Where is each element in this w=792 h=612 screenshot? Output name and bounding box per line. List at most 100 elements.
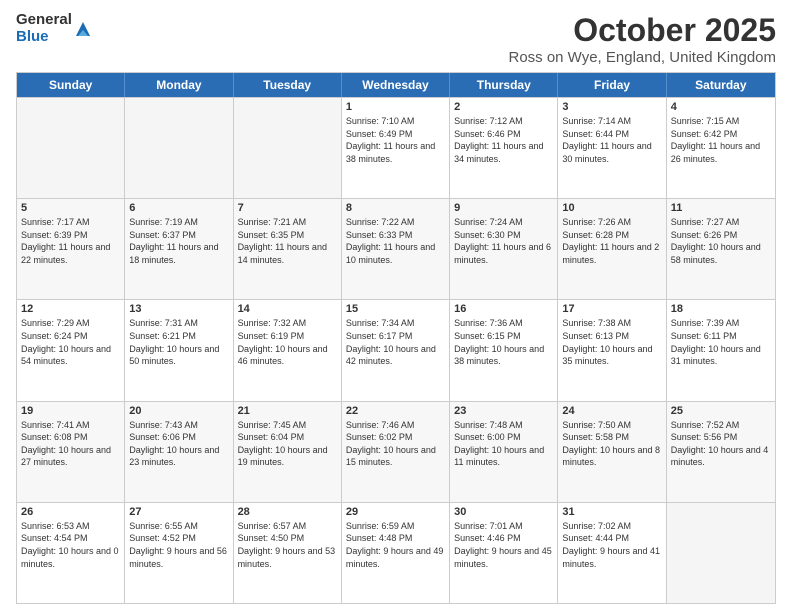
title-area: October 2025 Ross on Wye, England, Unite…: [508, 12, 776, 66]
day-number: 19: [21, 405, 120, 417]
cal-row-1: 5 Sunrise: 7:17 AM Sunset: 6:39 PM Daylig…: [17, 198, 775, 299]
day-number: 20: [129, 405, 228, 417]
calendar-body: 1Sunrise: 7:10 AM Sunset: 6:49 PM Daylig…: [17, 97, 775, 603]
cal-row-3: 19 Sunrise: 7:41 AM Sunset: 6:08 PM Dayli…: [17, 401, 775, 502]
cal-cell: [234, 98, 342, 198]
day-number: 5: [21, 202, 120, 214]
cell-details: Sunrise: 7:14 AM Sunset: 6:44 PM Dayligh…: [562, 115, 661, 165]
cal-cell: 5 Sunrise: 7:17 AM Sunset: 6:39 PM Daylig…: [17, 199, 125, 299]
day-number: 28: [238, 506, 337, 518]
header-cell-monday: Monday: [125, 73, 233, 97]
cell-details: Sunrise: 7:29 AM Sunset: 6:24 PM Dayligh…: [21, 317, 120, 367]
day-number: 29: [346, 506, 445, 518]
day-number: 21: [238, 405, 337, 417]
cell-details: Sunrise: 7:01 AM Sunset: 4:46 PM Dayligh…: [454, 520, 553, 570]
calendar: SundayMondayTuesdayWednesdayThursdayFrid…: [16, 72, 776, 604]
day-number: 26: [21, 506, 120, 518]
cal-cell: 27 Sunrise: 6:55 AM Sunset: 4:52 PM Dayli…: [125, 503, 233, 603]
day-number: 23: [454, 405, 553, 417]
day-number: 2: [454, 101, 553, 113]
cell-details: Sunrise: 7:12 AM Sunset: 6:46 PM Dayligh…: [454, 115, 553, 165]
cal-cell: 13Sunrise: 7:31 AM Sunset: 6:21 PM Dayli…: [125, 300, 233, 400]
cal-cell: 4Sunrise: 7:15 AM Sunset: 6:42 PM Daylig…: [667, 98, 775, 198]
cell-details: Sunrise: 6:57 AM Sunset: 4:50 PM Dayligh…: [238, 520, 337, 570]
cal-cell: 10Sunrise: 7:26 AM Sunset: 6:28 PM Dayli…: [558, 199, 666, 299]
cell-details: Sunrise: 7:15 AM Sunset: 6:42 PM Dayligh…: [671, 115, 771, 165]
cal-cell: [667, 503, 775, 603]
cal-cell: 1Sunrise: 7:10 AM Sunset: 6:49 PM Daylig…: [342, 98, 450, 198]
day-number: 15: [346, 303, 445, 315]
cell-details: Sunrise: 7:02 AM Sunset: 4:44 PM Dayligh…: [562, 520, 661, 570]
cal-row-4: 26 Sunrise: 6:53 AM Sunset: 4:54 PM Dayli…: [17, 502, 775, 603]
cell-details: Sunrise: 7:46 AM Sunset: 6:02 PM Dayligh…: [346, 419, 445, 469]
logo-general: General: [16, 12, 72, 29]
calendar-header: SundayMondayTuesdayWednesdayThursdayFrid…: [17, 73, 775, 97]
cell-details: Sunrise: 7:22 AM Sunset: 6:33 PM Dayligh…: [346, 216, 445, 266]
header-cell-thursday: Thursday: [450, 73, 558, 97]
cal-cell: 17 Sunrise: 7:38 AM Sunset: 6:13 PM Dayli…: [558, 300, 666, 400]
cal-cell: [125, 98, 233, 198]
day-number: 7: [238, 202, 337, 214]
day-number: 31: [562, 506, 661, 518]
cal-cell: 9 Sunrise: 7:24 AM Sunset: 6:30 PM Daylig…: [450, 199, 558, 299]
month-title: October 2025: [508, 12, 776, 49]
cell-details: Sunrise: 7:32 AM Sunset: 6:19 PM Dayligh…: [238, 317, 337, 367]
cell-details: Sunrise: 7:39 AM Sunset: 6:11 PM Dayligh…: [671, 317, 771, 367]
day-number: 8: [346, 202, 445, 214]
cell-details: Sunrise: 7:38 AM Sunset: 6:13 PM Dayligh…: [562, 317, 661, 367]
cal-cell: 23 Sunrise: 7:48 AM Sunset: 6:00 PM Dayli…: [450, 402, 558, 502]
subtitle: Ross on Wye, England, United Kingdom: [508, 49, 776, 66]
cell-details: Sunrise: 7:34 AM Sunset: 6:17 PM Dayligh…: [346, 317, 445, 367]
header-cell-sunday: Sunday: [17, 73, 125, 97]
day-number: 14: [238, 303, 337, 315]
logo-blue: Blue: [16, 29, 72, 46]
logo-icon: [74, 20, 92, 38]
day-number: 6: [129, 202, 228, 214]
cell-details: Sunrise: 7:48 AM Sunset: 6:00 PM Dayligh…: [454, 419, 553, 469]
cal-cell: 30 Sunrise: 7:01 AM Sunset: 4:46 PM Dayli…: [450, 503, 558, 603]
logo: General Blue: [16, 12, 92, 45]
cell-details: Sunrise: 7:17 AM Sunset: 6:39 PM Dayligh…: [21, 216, 120, 266]
cell-details: Sunrise: 6:59 AM Sunset: 4:48 PM Dayligh…: [346, 520, 445, 570]
page: General Blue October 2025 Ross on Wye, E…: [0, 0, 792, 612]
cal-row-2: 12Sunrise: 7:29 AM Sunset: 6:24 PM Dayli…: [17, 299, 775, 400]
cal-row-0: 1Sunrise: 7:10 AM Sunset: 6:49 PM Daylig…: [17, 97, 775, 198]
cal-cell: 14 Sunrise: 7:32 AM Sunset: 6:19 PM Dayli…: [234, 300, 342, 400]
cell-details: Sunrise: 7:45 AM Sunset: 6:04 PM Dayligh…: [238, 419, 337, 469]
day-number: 30: [454, 506, 553, 518]
cell-details: Sunrise: 6:53 AM Sunset: 4:54 PM Dayligh…: [21, 520, 120, 570]
day-number: 25: [671, 405, 771, 417]
cal-cell: 25 Sunrise: 7:52 AM Sunset: 5:56 PM Dayli…: [667, 402, 775, 502]
day-number: 10: [562, 202, 661, 214]
cal-cell: 8 Sunrise: 7:22 AM Sunset: 6:33 PM Daylig…: [342, 199, 450, 299]
cal-cell: 12Sunrise: 7:29 AM Sunset: 6:24 PM Dayli…: [17, 300, 125, 400]
cell-details: Sunrise: 7:41 AM Sunset: 6:08 PM Dayligh…: [21, 419, 120, 469]
header-cell-tuesday: Tuesday: [234, 73, 342, 97]
cell-details: Sunrise: 7:27 AM Sunset: 6:26 PM Dayligh…: [671, 216, 771, 266]
day-number: 9: [454, 202, 553, 214]
cell-details: Sunrise: 7:19 AM Sunset: 6:37 PM Dayligh…: [129, 216, 228, 266]
cell-details: Sunrise: 6:55 AM Sunset: 4:52 PM Dayligh…: [129, 520, 228, 570]
header: General Blue October 2025 Ross on Wye, E…: [16, 12, 776, 66]
cell-details: Sunrise: 7:52 AM Sunset: 5:56 PM Dayligh…: [671, 419, 771, 469]
day-number: 27: [129, 506, 228, 518]
cal-cell: 24Sunrise: 7:50 AM Sunset: 5:58 PM Dayli…: [558, 402, 666, 502]
cal-cell: 21 Sunrise: 7:45 AM Sunset: 6:04 PM Dayli…: [234, 402, 342, 502]
cal-cell: 29 Sunrise: 6:59 AM Sunset: 4:48 PM Dayli…: [342, 503, 450, 603]
cal-cell: 28 Sunrise: 6:57 AM Sunset: 4:50 PM Dayli…: [234, 503, 342, 603]
day-number: 3: [562, 101, 661, 113]
day-number: 22: [346, 405, 445, 417]
cell-details: Sunrise: 7:24 AM Sunset: 6:30 PM Dayligh…: [454, 216, 553, 266]
cell-details: Sunrise: 7:31 AM Sunset: 6:21 PM Dayligh…: [129, 317, 228, 367]
cell-details: Sunrise: 7:10 AM Sunset: 6:49 PM Dayligh…: [346, 115, 445, 165]
cal-cell: 22 Sunrise: 7:46 AM Sunset: 6:02 PM Dayli…: [342, 402, 450, 502]
cal-cell: 2 Sunrise: 7:12 AM Sunset: 6:46 PM Daylig…: [450, 98, 558, 198]
cal-cell: 26 Sunrise: 6:53 AM Sunset: 4:54 PM Dayli…: [17, 503, 125, 603]
cal-cell: 16Sunrise: 7:36 AM Sunset: 6:15 PM Dayli…: [450, 300, 558, 400]
day-number: 17: [562, 303, 661, 315]
cell-details: Sunrise: 7:21 AM Sunset: 6:35 PM Dayligh…: [238, 216, 337, 266]
cal-cell: 3 Sunrise: 7:14 AM Sunset: 6:44 PM Daylig…: [558, 98, 666, 198]
day-number: 16: [454, 303, 553, 315]
header-cell-saturday: Saturday: [667, 73, 775, 97]
cal-cell: 15 Sunrise: 7:34 AM Sunset: 6:17 PM Dayli…: [342, 300, 450, 400]
